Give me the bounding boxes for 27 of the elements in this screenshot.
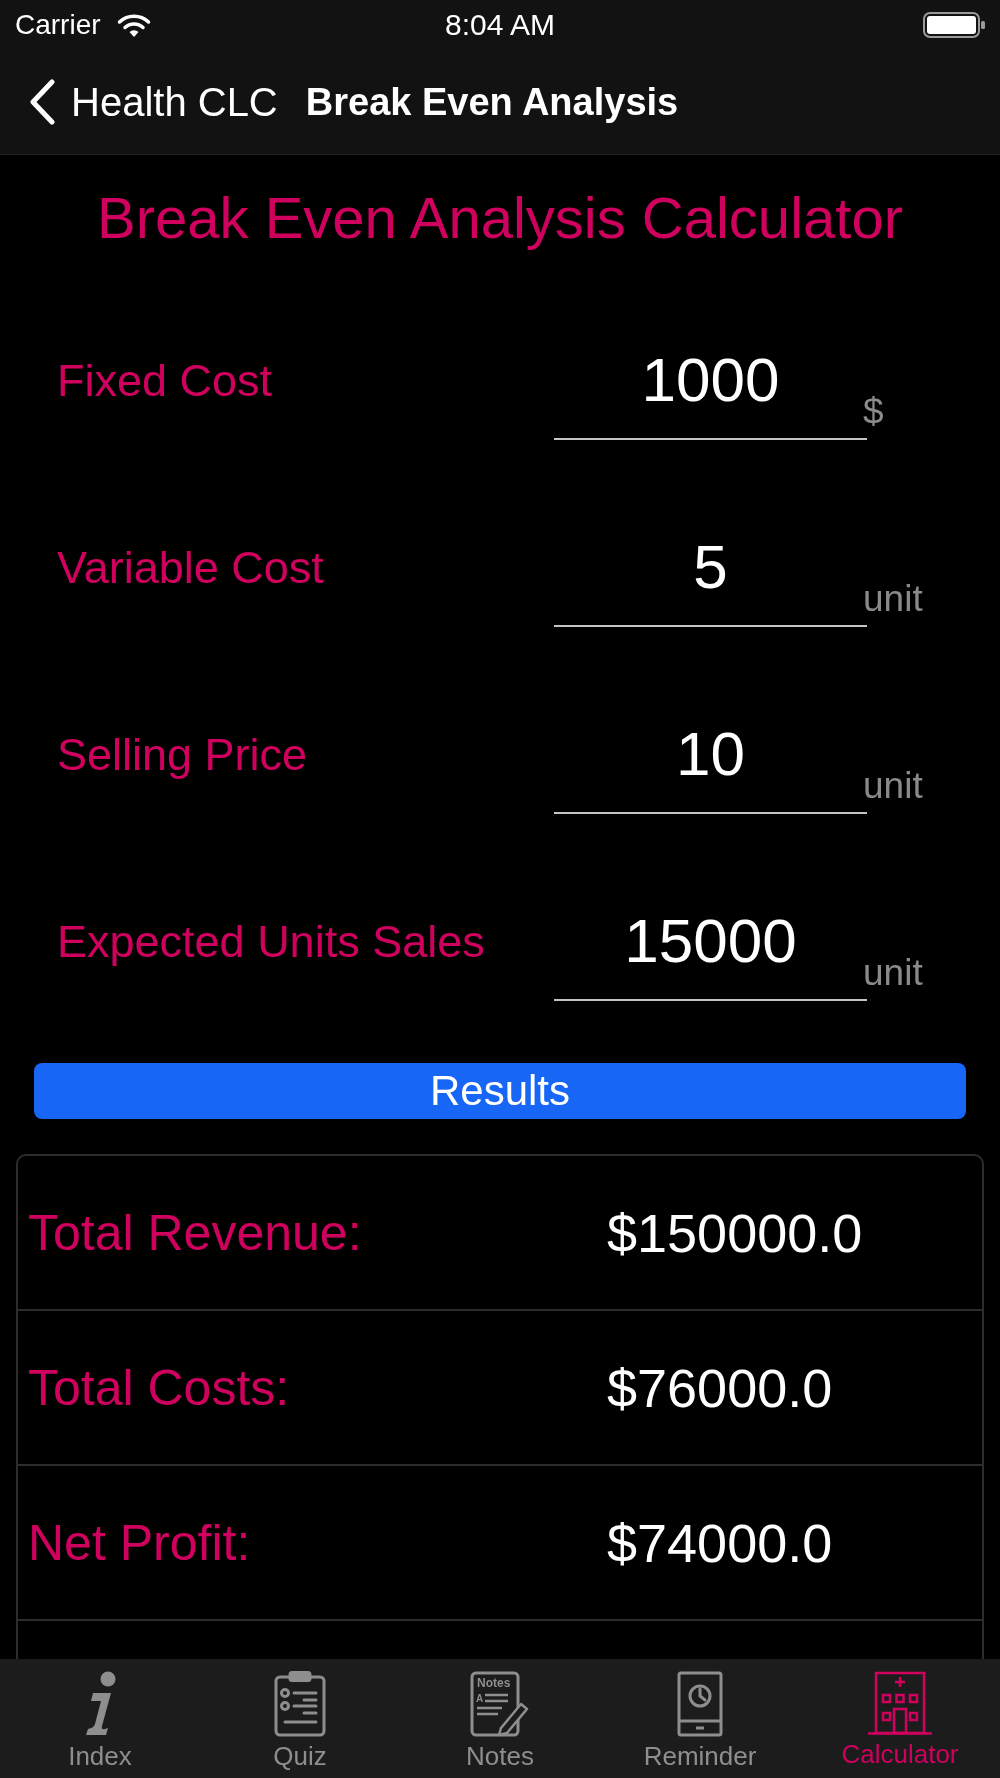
result-value: $150000.0 (607, 1205, 863, 1260)
tab-bar-item[interactable]: Quiz (200, 1659, 400, 1778)
battery-icon (923, 12, 985, 38)
result-value: $76000.0 (607, 1360, 833, 1415)
result-label: Total Costs: (28, 1359, 290, 1416)
tablet-clock-icon (677, 1671, 723, 1737)
page-title: Break Even Analysis (305, 83, 679, 121)
result-value: $74000.0 (607, 1515, 833, 1570)
back-button[interactable]: Health CLC (28, 79, 278, 125)
calculator-heading: Break Even Analysis Calculator (97, 185, 903, 251)
tab-bar-item[interactable]: Notes A Notes (400, 1659, 600, 1778)
wifi-icon (116, 13, 151, 37)
result-label: Net Profit: (28, 1514, 251, 1571)
field-label: Variable Cost (57, 544, 324, 590)
carrier-label: Carrier (15, 11, 101, 39)
field-label: Expected Units Sales (57, 918, 485, 964)
hospital-icon (868, 1671, 932, 1735)
field-label: Fixed Cost (57, 357, 273, 403)
field-label: Selling Price (57, 731, 308, 777)
clock-time: 8:04 AM (444, 10, 556, 40)
result-label: Total Revenue: (28, 1204, 362, 1261)
tab-bar-item[interactable]: Calculator (800, 1659, 1000, 1778)
tab-bar-item[interactable]: Reminder (600, 1659, 800, 1778)
tab-bar-item[interactable]: Index (0, 1659, 200, 1778)
clipboard-checklist-icon (274, 1671, 326, 1737)
results-button[interactable]: Results (34, 1063, 966, 1119)
chevron-left-icon (28, 79, 56, 125)
